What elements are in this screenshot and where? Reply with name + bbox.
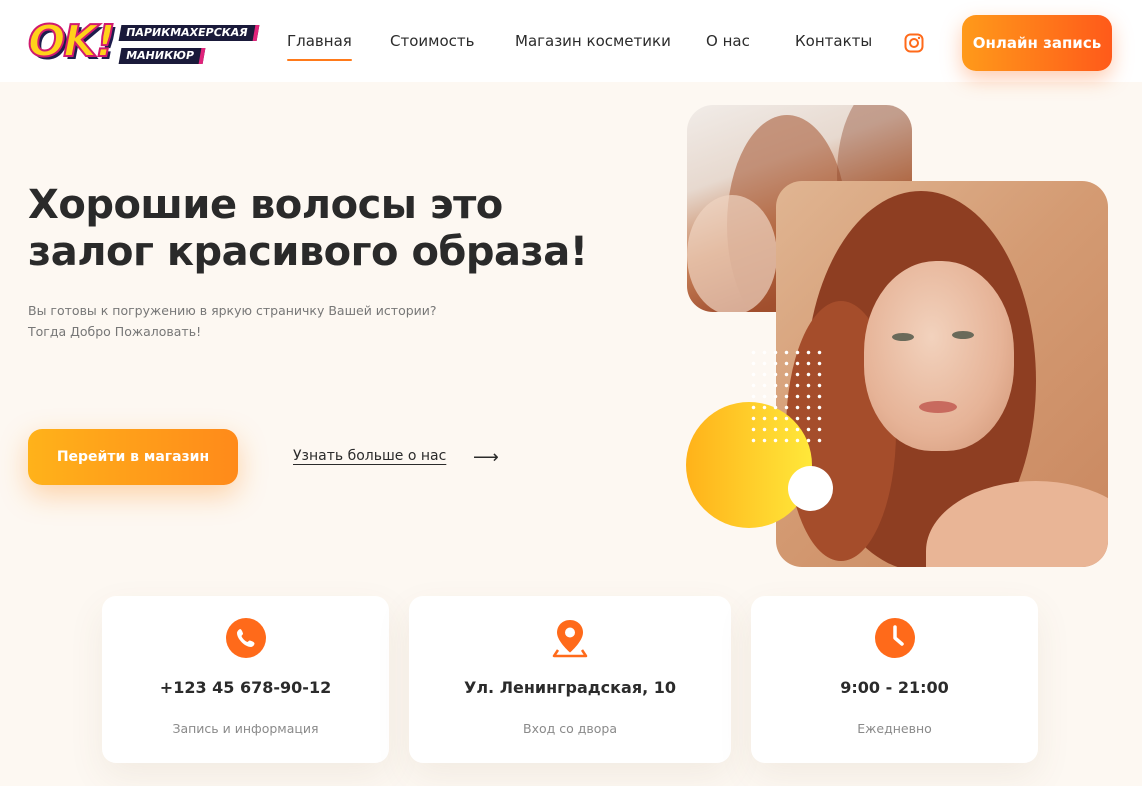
info-card-address: Ул. Ленинградская, 10 Вход со двора — [409, 596, 731, 763]
nav-item-contacts[interactable]: Контакты — [795, 32, 872, 50]
location-pin-icon — [552, 620, 588, 658]
hero-subtitle: Вы готовы к погружению в яркую страничку… — [28, 300, 468, 342]
eye-shape — [952, 331, 974, 339]
logo-mark: OK! — [27, 15, 117, 68]
hero-title-line2: залог красивого образа! — [28, 229, 588, 275]
hours-note: Ежедневно — [857, 721, 932, 736]
nav-item-prices[interactable]: Стоимость — [390, 32, 474, 50]
hero-subtitle-line2: Тогда Добро Пожаловать! — [28, 324, 202, 339]
nav-item-home[interactable]: Главная — [287, 32, 352, 61]
hero-title-line1: Хорошие волосы это — [28, 182, 503, 228]
hero-title: Хорошие волосы это залог красивого образ… — [28, 182, 628, 276]
phone-number[interactable]: +123 45 678-90-12 — [102, 678, 389, 697]
clock-icon — [874, 618, 915, 658]
logo[interactable]: OK! ПАРИКМАХЕРСКАЯ МАНИКЮР — [27, 15, 259, 69]
site-header: OK! ПАРИКМАХЕРСКАЯ МАНИКЮР Главная Стоим… — [0, 0, 1142, 82]
address-text[interactable]: Ул. Ленинградская, 10 — [409, 678, 731, 697]
hand-shape — [687, 195, 777, 312]
nav-item-cosmetics-shop[interactable]: Магазин косметики — [515, 32, 671, 50]
phone-note: Запись и информация — [172, 721, 319, 736]
nav-item-about[interactable]: О нас — [706, 32, 750, 50]
logo-tagline: ПАРИКМАХЕРСКАЯ МАНИКЮР — [118, 25, 259, 67]
logo-tag-manicure: МАНИКЮР — [118, 48, 206, 64]
instagram-icon[interactable] — [904, 33, 924, 53]
opening-hours: 9:00 - 21:00 — [840, 678, 949, 697]
eye-shape — [892, 333, 914, 341]
logo-tag-hairdresser: ПАРИКМАХЕРСКАЯ — [118, 25, 259, 41]
arrow-right-icon[interactable]: ⟶ — [473, 447, 499, 468]
phone-icon — [225, 618, 266, 658]
face-shape — [864, 261, 1014, 451]
online-booking-button[interactable]: Онлайн запись — [962, 15, 1112, 71]
lips-shape — [919, 401, 957, 413]
woman-portrait-photo — [776, 181, 1108, 567]
learn-more-link[interactable]: Узнать больше о нас — [293, 448, 446, 464]
info-card-phone: +123 45 678-90-12 Запись и информация — [102, 596, 389, 763]
decor-white-circle — [788, 466, 833, 511]
decor-dot-grid — [748, 347, 822, 443]
address-note: Вход со двора — [523, 721, 617, 736]
hero-subtitle-line1: Вы готовы к погружению в яркую страничку… — [28, 303, 437, 318]
info-card-hours: 9:00 - 21:00 Ежедневно — [751, 596, 1038, 763]
go-to-shop-button[interactable]: Перейти в магазин — [28, 429, 238, 485]
